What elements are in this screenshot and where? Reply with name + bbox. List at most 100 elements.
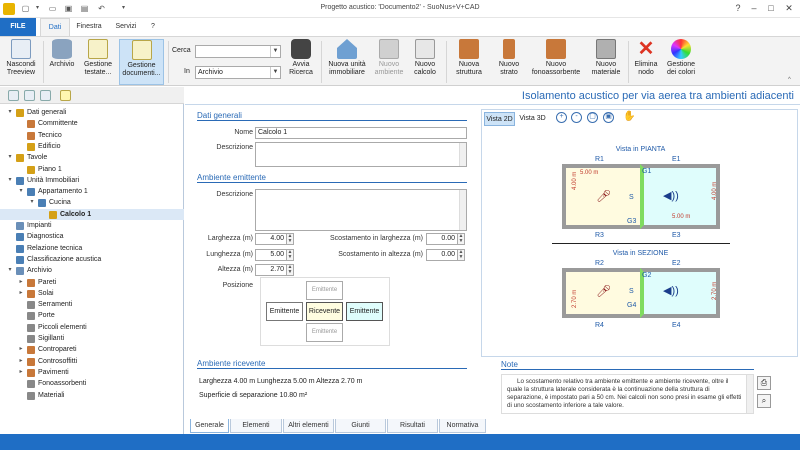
note-scrollbar[interactable] [746,375,753,413]
zoom-in-icon[interactable]: + [556,112,567,123]
tab-servizi[interactable]: Servizi [110,18,142,36]
altezza-field[interactable]: 2.70 [255,264,287,276]
gestione-testate-button[interactable]: Gestione testate... [80,39,116,85]
collapse-all-icon[interactable] [24,90,35,101]
position-top-button[interactable]: Emittente [306,281,343,300]
tab-dati[interactable]: Dati [40,18,70,36]
tree-item[interactable]: ▾ Archivio [0,265,184,276]
descrizione-field[interactable] [255,142,467,167]
close-icon[interactable]: ✕ [781,2,797,15]
tree-item[interactable]: Committente [0,118,184,129]
tree-item[interactable]: ▾ Appartamento 1 [0,186,184,197]
pan-hand-icon[interactable]: ✋ [623,111,635,122]
tree-item[interactable]: Sigillanti [0,333,184,344]
tree-item[interactable]: ▸ Solai [0,288,184,299]
lunghezza-field[interactable]: 5.00 [255,249,287,261]
tab-vista-2d[interactable]: Vista 2D [484,112,515,126]
tree-item[interactable]: ▾ Cucina [0,197,184,208]
tree-item[interactable]: Classificazione acustica [0,254,184,265]
tree-item[interactable]: ▸ Controsoffitti [0,356,184,367]
scostamento-altezza-field[interactable]: 0.00 [426,249,458,261]
expand-toggle-icon[interactable]: ▸ [17,356,25,367]
nascondi-treeview-button[interactable]: Nascondi Treeview [2,39,40,85]
nuovo-fonoassorbente-button[interactable]: Nuovo fonoassorbente [528,39,584,85]
position-left-button[interactable]: Emittente [266,302,303,321]
nome-field[interactable]: Calcolo 1 [255,127,467,139]
tab-altri-elementi[interactable]: Altri elementi [283,419,334,433]
nuova-struttura-button[interactable]: Nuova struttura [450,39,488,85]
tree-item[interactable]: Tecnico [0,130,184,141]
tree-item[interactable]: Impianti [0,220,184,231]
expand-toggle-icon[interactable]: ▾ [28,197,36,208]
gestione-documenti-button[interactable]: Gestione documenti... [119,39,164,85]
expand-toggle-icon[interactable]: ▸ [17,288,25,299]
larghezza-stepper[interactable]: ▲ ▼ [287,233,294,245]
expand-toggle-icon[interactable]: ▸ [17,277,25,288]
gestione-colori-button[interactable]: Gestione dei colori [664,39,698,85]
help-icon[interactable]: ? [730,2,746,15]
tree-item[interactable]: ▾ Unità Immobiliari [0,175,184,186]
expand-toggle-icon[interactable]: ▾ [17,186,25,197]
scostamento-larghezza-stepper[interactable]: ▲ ▼ [458,233,465,245]
expand-toggle-icon[interactable]: ▸ [17,367,25,378]
tree-item[interactable]: Piccoli elementi [0,322,184,333]
expand-toggle-icon[interactable]: ▾ [6,107,14,118]
tree-item[interactable]: Fonoassorbenti [0,378,184,389]
tab-generale[interactable]: Generale [190,419,229,433]
expand-toggle-icon[interactable]: ▾ [6,152,14,163]
larghezza-field[interactable]: 4.00 [255,233,287,245]
nuovo-strato-button[interactable]: Nuovo strato [492,39,526,85]
zoom-out-icon[interactable]: - [571,112,582,123]
zoom-extents-icon[interactable]: ▣ [603,112,614,123]
nuovo-ambiente-button[interactable]: Nuovo ambiente [372,39,406,85]
nuova-unita-button[interactable]: Nuova unità immobiliare [326,39,368,85]
expand-toggle-icon[interactable]: ▸ [17,344,25,355]
tab-file[interactable]: FILE [0,18,36,36]
position-right-button[interactable]: Emittente [346,302,383,321]
tree-item[interactable]: Materiali [0,390,184,401]
in-combo[interactable]: Archivio ▼ [195,66,281,79]
avvia-ricerca-button[interactable]: Avvia Ricerca [286,39,316,85]
emittente-descrizione-field[interactable] [255,189,467,231]
tree-item[interactable]: ▾ Dati generali [0,107,184,118]
tab-risultati[interactable]: Risultati [387,419,438,433]
tab-vista-3d[interactable]: Vista 3D [517,112,548,126]
tree-item[interactable]: ▾ Tavole [0,152,184,163]
zoom-window-icon[interactable]: ▢ [587,112,598,123]
collapse-ribbon-icon[interactable]: ^ [788,77,791,83]
tree-item[interactable]: Porte [0,310,184,321]
tab-finestra[interactable]: Finestra [72,18,106,36]
lunghezza-stepper[interactable]: ▲ ▼ [287,249,294,261]
nuovo-materiale-button[interactable]: Nuovo materiale [588,39,624,85]
position-bottom-button[interactable]: Emittente [306,323,343,342]
tab-normativa[interactable]: Normativa [439,419,486,433]
tree-item[interactable]: Piano 1 [0,164,184,175]
position-center-button[interactable]: Ricevente [306,302,343,321]
archivio-button[interactable]: Archivio [47,39,77,85]
altezza-stepper[interactable]: ▲ ▼ [287,264,294,276]
tree-item[interactable]: ▸ Pareti [0,277,184,288]
scostamento-altezza-stepper[interactable]: ▲ ▼ [458,249,465,261]
highlight-icon[interactable] [60,90,71,101]
preview-icon[interactable]: ⌕ [757,394,771,408]
elimina-nodo-button[interactable]: ✕ Elimina nodo [632,39,660,85]
tree-item[interactable]: Serramenti [0,299,184,310]
expand-toggle-icon[interactable]: ▾ [6,265,14,276]
expand-toggle-icon[interactable]: ▾ [6,175,14,186]
scostamento-larghezza-field[interactable]: 0.00 [426,233,458,245]
tree-item[interactable]: ▸ Pavimenti [0,367,184,378]
tree-item[interactable]: Relazione tecnica [0,243,184,254]
minimize-icon[interactable]: – [746,2,762,15]
tab-help[interactable]: ? [146,18,160,36]
print-icon[interactable]: ⎙ [757,376,771,390]
nuovo-calcolo-button[interactable]: Nuovo calcolo [408,39,442,85]
tab-giunti[interactable]: Giunti [335,419,386,433]
tree-item[interactable]: ▸ Contropareti [0,344,184,355]
tree-item[interactable]: Edificio [0,141,184,152]
cerca-combo[interactable]: ▼ [195,45,281,58]
tab-elementi[interactable]: Elementi [230,419,282,433]
expand-all-icon[interactable] [8,90,19,101]
tree-item[interactable]: Diagnostica [0,231,184,242]
tree-item[interactable]: Calcolo 1 [0,208,184,220]
maximize-icon[interactable]: □ [763,2,779,15]
